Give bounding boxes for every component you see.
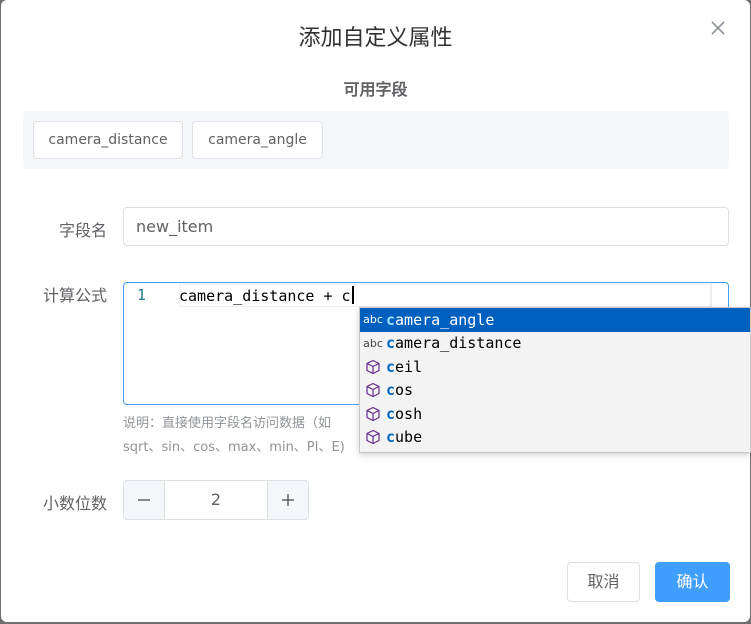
text-kind-icon: abc (360, 337, 386, 350)
suggest-item[interactable]: c osh (360, 402, 750, 426)
cube-icon (360, 359, 386, 375)
text-cursor (351, 286, 354, 304)
decimal-places-label: 小数位数 (42, 494, 107, 513)
increment-button[interactable] (267, 481, 308, 519)
cancel-button[interactable]: 取消 (567, 562, 640, 602)
code-line[interactable]: camera_distance + c (179, 286, 354, 305)
suggest-rest-text: ube (395, 428, 423, 447)
suggest-item[interactable]: abc c amera_distance (360, 332, 750, 356)
dialog-title: 添加自定义属性 (298, 26, 453, 51)
suggest-item[interactable]: c eil (360, 355, 750, 379)
line-number: 1 (137, 286, 147, 304)
suggest-item[interactable]: c os (360, 379, 750, 403)
suggest-item[interactable]: c ube (360, 426, 750, 450)
suggest-match-text: c (386, 381, 396, 400)
suggest-rest-text: osh (395, 404, 423, 423)
text-kind-label: abc (363, 313, 383, 327)
suggest-rest-text: eil (395, 357, 423, 376)
available-fields-heading: 可用字段 (343, 80, 408, 99)
confirm-button[interactable]: 确认 (655, 562, 730, 602)
autocomplete-suggest-widget: abc c amera_angle abc c amera_distance c eil c os… (359, 307, 751, 453)
suggest-rest-text: amera_distance (395, 334, 522, 353)
decimal-places-stepper: 2 (123, 480, 309, 520)
formula-label: 计算公式 (42, 286, 107, 305)
suggest-match-text: c (386, 428, 396, 447)
editor-scrollbar[interactable] (711, 283, 727, 309)
text-kind-label: abc (363, 336, 383, 350)
available-fields-panel: camera_distance camera_angle (23, 111, 729, 169)
text-kind-icon: abc (360, 313, 386, 326)
close-button[interactable] (708, 18, 728, 38)
suggest-item[interactable]: abc c amera_angle (360, 308, 750, 332)
suggest-rest-text: amera_angle (395, 310, 495, 329)
decrement-button[interactable] (124, 481, 165, 519)
suggest-match-text: c (386, 404, 396, 423)
suggest-match-text: c (386, 310, 396, 329)
field-name-input[interactable]: new_item (123, 207, 729, 246)
field-chip-camera-distance[interactable]: camera_distance (33, 121, 183, 159)
suggest-match-text: c (386, 357, 396, 376)
cube-icon (360, 382, 386, 398)
suggest-rest-text: os (395, 381, 414, 400)
suggest-match-text: c (386, 334, 396, 353)
field-chip-camera-angle[interactable]: camera_angle (192, 121, 323, 159)
minus-icon (138, 499, 150, 501)
close-icon (711, 21, 725, 35)
plus-icon (282, 494, 294, 506)
cube-icon (360, 406, 386, 422)
decimal-places-value[interactable]: 2 (165, 481, 267, 519)
code-text: camera_distance + c (179, 287, 351, 305)
field-name-label: 字段名 (58, 221, 107, 240)
cube-icon (360, 429, 386, 445)
